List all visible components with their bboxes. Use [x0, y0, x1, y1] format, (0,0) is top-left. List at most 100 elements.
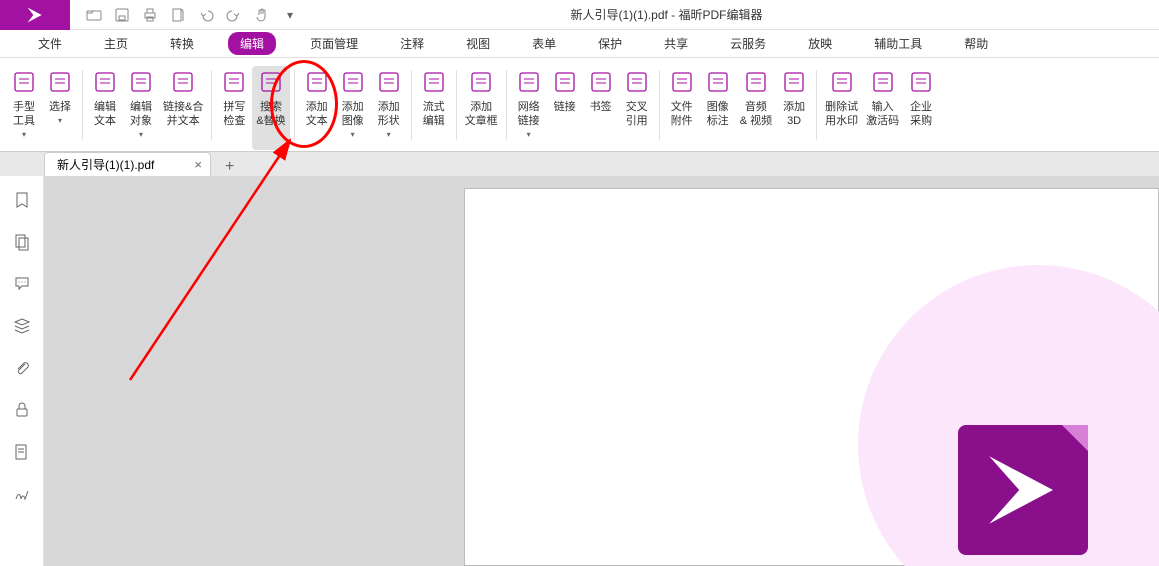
save-icon[interactable] [112, 5, 132, 25]
ribbon-btn-14[interactable]: 流式 编辑 [416, 66, 452, 150]
ribbon-icon-29 [869, 68, 897, 96]
ribbon-btn-5[interactable]: 链接&合 并文本 [159, 66, 207, 150]
ribbon-label: 添加 3D [783, 100, 805, 128]
menu-tab-13[interactable]: 帮助 [956, 31, 996, 56]
ribbon-toolbar: 手型 工具▾选择▾编辑 文本编辑 对象▾链接&合 并文本拼写 检查搜索 &替换添… [0, 58, 1159, 152]
ribbon-label: 拼写 检查 [223, 100, 245, 128]
menu-tab-4[interactable]: 页面管理 [302, 31, 366, 56]
ribbon-icon-26 [780, 68, 808, 96]
ribbon-btn-21[interactable]: 交叉 引用 [619, 66, 655, 150]
menu-tab-2[interactable]: 转换 [162, 31, 202, 56]
ribbon-btn-3[interactable]: 编辑 文本 [87, 66, 123, 150]
chevron-down-icon: ▾ [351, 130, 355, 139]
menu-tab-7[interactable]: 表单 [524, 31, 564, 56]
ribbon-icon-30 [907, 68, 935, 96]
layers-icon[interactable] [12, 316, 32, 336]
ribbon-label: 添加 图像 [342, 100, 364, 128]
ribbon-label: 企业 采购 [910, 100, 932, 128]
pages-icon[interactable] [12, 232, 32, 252]
ribbon-separator [211, 70, 212, 140]
ribbon-icon-23 [668, 68, 696, 96]
ribbon-separator [294, 70, 295, 140]
ribbon-btn-25[interactable]: 音频 & 视频 [736, 66, 776, 150]
ribbon-label: 编辑 文本 [94, 100, 116, 128]
print-icon[interactable] [140, 5, 160, 25]
menu-tab-12[interactable]: 辅助工具 [866, 31, 930, 56]
ribbon-separator [456, 70, 457, 140]
ribbon-btn-10[interactable]: 添加 文本 [299, 66, 335, 150]
ribbon-separator [506, 70, 507, 140]
ribbon-icon-18 [515, 68, 543, 96]
attachment-icon[interactable] [12, 358, 32, 378]
ribbon-label: 流式 编辑 [423, 100, 445, 128]
ribbon-btn-16[interactable]: 添加 文章框 [461, 66, 502, 150]
ribbon-icon-0 [10, 68, 38, 96]
ribbon-btn-12[interactable]: 添加 形状 ▾ [371, 66, 407, 150]
menu-tab-11[interactable]: 放映 [800, 31, 840, 56]
menu-tab-10[interactable]: 云服务 [722, 31, 774, 56]
document-page[interactable] [464, 188, 1159, 566]
close-tab-icon[interactable]: × [194, 157, 202, 172]
ribbon-btn-1[interactable]: 选择▾ [42, 66, 78, 150]
ribbon-icon-14 [420, 68, 448, 96]
add-tab-button[interactable]: + [225, 158, 234, 176]
ribbon-icon-16 [467, 68, 495, 96]
ribbon-btn-29[interactable]: 输入 激活码 [862, 66, 903, 150]
menu-tab-1[interactable]: 主页 [96, 31, 136, 56]
ribbon-label: 添加 形状 [378, 100, 400, 128]
menu-tabs: 文件 主页 转换 编辑 页面管理 注释 视图 表单 保护 共享 云服务 放映 辅助工具 帮助 [0, 30, 1159, 58]
ribbon-icon-1 [46, 68, 74, 96]
ribbon-btn-26[interactable]: 添加 3D [776, 66, 812, 150]
ribbon-label: 输入 激活码 [866, 100, 899, 128]
ribbon-btn-8[interactable]: 搜索 &替换 [252, 66, 289, 150]
ribbon-icon-20 [587, 68, 615, 96]
ribbon-separator [659, 70, 660, 140]
ribbon-btn-11[interactable]: 添加 图像 ▾ [335, 66, 371, 150]
window-title: 新人引导(1)(1).pdf - 福昕PDF编辑器 [174, 6, 1159, 23]
ribbon-label: 手型 工具 [13, 100, 35, 128]
ribbon-icon-5 [169, 68, 197, 96]
ribbon-separator [411, 70, 412, 140]
ribbon-label: 删除试 用水印 [825, 100, 858, 128]
menu-tab-6[interactable]: 视图 [458, 31, 498, 56]
ribbon-btn-20[interactable]: 书签 [583, 66, 619, 150]
app-logo [0, 0, 70, 30]
ribbon-separator [82, 70, 83, 140]
ribbon-btn-30[interactable]: 企业 采购 [903, 66, 939, 150]
security-icon[interactable] [12, 400, 32, 420]
ribbon-btn-7[interactable]: 拼写 检查 [216, 66, 252, 150]
ribbon-icon-3 [91, 68, 119, 96]
comments-icon[interactable] [12, 274, 32, 294]
ribbon-btn-28[interactable]: 删除试 用水印 [821, 66, 862, 150]
ribbon-label: 交叉 引用 [626, 100, 648, 128]
fields-icon[interactable] [12, 442, 32, 462]
chevron-down-icon: ▾ [527, 130, 531, 139]
ribbon-icon-24 [704, 68, 732, 96]
ribbon-label: 链接&合 并文本 [163, 100, 203, 128]
ribbon-icon-19 [551, 68, 579, 96]
ribbon-icon-4 [127, 68, 155, 96]
ribbon-icon-7 [220, 68, 248, 96]
open-icon[interactable] [84, 5, 104, 25]
ribbon-label: 链接 [554, 100, 576, 114]
menu-tab-8[interactable]: 保护 [590, 31, 630, 56]
ribbon-label: 网络 链接 [518, 100, 540, 128]
document-tab[interactable]: 新人引导(1)(1).pdf × [44, 152, 211, 176]
chevron-down-icon: ▾ [387, 130, 391, 139]
bookmark-icon[interactable] [12, 190, 32, 210]
ribbon-btn-24[interactable]: 图像 标注 [700, 66, 736, 150]
ribbon-btn-18[interactable]: 网络 链接 ▾ [511, 66, 547, 150]
menu-tab-3[interactable]: 编辑 [228, 32, 276, 55]
ribbon-icon-28 [828, 68, 856, 96]
signature-icon[interactable] [12, 484, 32, 504]
ribbon-btn-23[interactable]: 文件 附件 [664, 66, 700, 150]
menu-tab-9[interactable]: 共享 [656, 31, 696, 56]
ribbon-btn-0[interactable]: 手型 工具▾ [6, 66, 42, 150]
ribbon-btn-19[interactable]: 链接 [547, 66, 583, 150]
ribbon-label: 音频 & 视频 [740, 100, 772, 128]
canvas-area[interactable] [44, 176, 1159, 566]
menu-tab-5[interactable]: 注释 [392, 31, 432, 56]
chevron-down-icon: ▾ [58, 116, 62, 125]
menu-tab-0[interactable]: 文件 [30, 31, 70, 56]
ribbon-btn-4[interactable]: 编辑 对象▾ [123, 66, 159, 150]
